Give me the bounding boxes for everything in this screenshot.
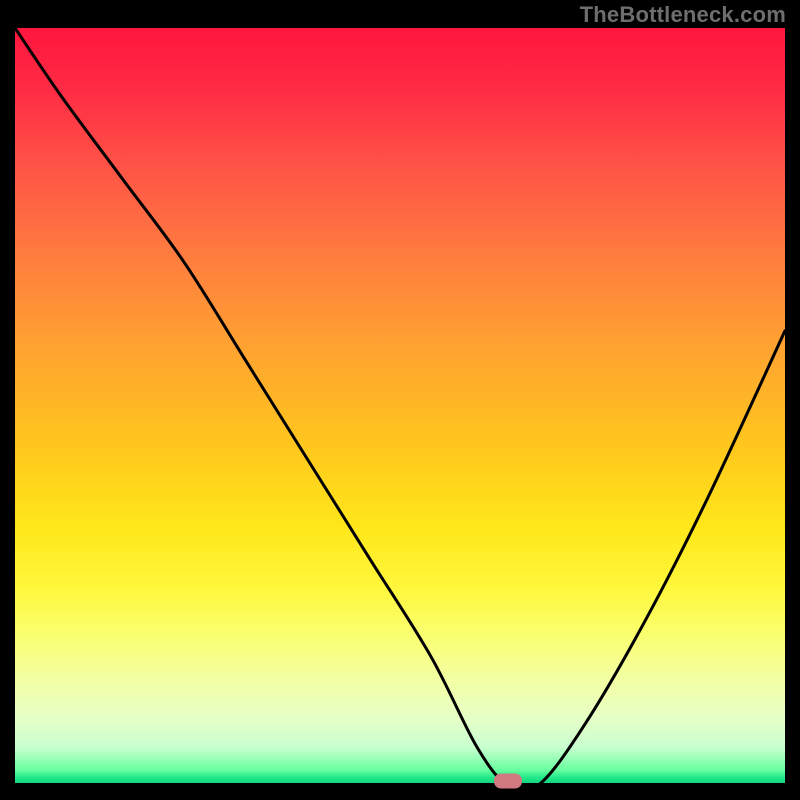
chart-container: TheBottleneck.com (0, 0, 800, 800)
curve-path (15, 28, 785, 785)
bottleneck-curve (15, 28, 785, 785)
min-marker (494, 774, 522, 789)
watermark-text: TheBottleneck.com (580, 2, 786, 28)
plot-area (15, 28, 785, 785)
